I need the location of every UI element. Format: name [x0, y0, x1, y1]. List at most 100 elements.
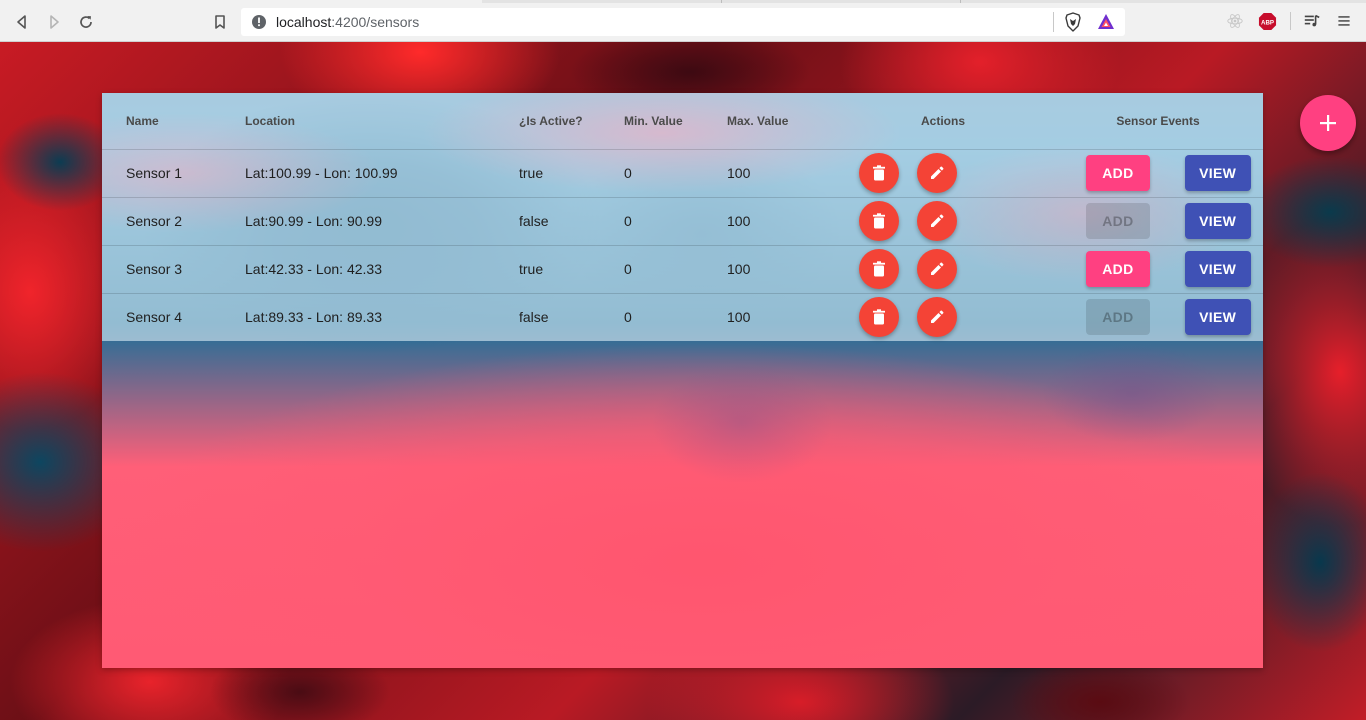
- sensors-card: Name Location ¿Is Active? Min. Value Max…: [102, 93, 1263, 668]
- forward-button[interactable]: [41, 9, 67, 35]
- plus-icon: [1320, 115, 1336, 131]
- view-events-button[interactable]: VIEW: [1184, 155, 1251, 191]
- sensor-active-cell: false: [519, 196, 624, 245]
- delete-sensor-button[interactable]: [858, 201, 899, 241]
- active-tab-indicator: [0, 0, 482, 3]
- edit-sensor-button[interactable]: [916, 249, 957, 289]
- sensor-min-value: 0: [624, 309, 632, 326]
- sensor-max-cell: 100: [727, 244, 833, 293]
- sensor-location: Lat:100.99 - Lon: 100.99: [245, 165, 398, 181]
- actions-cell: [833, 244, 1053, 293]
- url-path: :4200/sensors: [331, 14, 420, 30]
- trash-icon: [872, 309, 885, 325]
- actions-cell: [833, 148, 1053, 197]
- menu-icon[interactable]: [1334, 11, 1354, 31]
- site-info-icon[interactable]: [251, 14, 267, 30]
- browser-toolbar: localhost:4200/sensors ABP: [0, 0, 1366, 42]
- column-header-min-value[interactable]: Min. Value: [624, 93, 727, 149]
- column-header-sensor-events: Sensor Events: [1116, 113, 1200, 128]
- sensor-max-value: 100: [727, 261, 751, 277]
- table-header-row: Name Location ¿Is Active? Min. Value Max…: [102, 93, 1263, 149]
- abp-label: ABP: [1261, 19, 1274, 26]
- tab-strip: [0, 0, 1366, 3]
- sensor-active-cell: true: [519, 148, 624, 197]
- sensor-location-cell: Lat:100.99 - Lon: 100.99: [245, 148, 519, 197]
- edit-sensor-button[interactable]: [916, 201, 957, 241]
- sensor-min-value: 0: [624, 261, 632, 277]
- pencil-icon: [930, 166, 944, 179]
- url-text[interactable]: localhost:4200/sensors: [276, 14, 419, 30]
- trash-icon: [872, 213, 885, 229]
- sensor-min-cell: 0: [624, 292, 727, 341]
- pencil-icon: [930, 310, 944, 324]
- pencil-icon: [930, 214, 944, 227]
- sensor-name-cell: Sensor 4: [102, 292, 245, 341]
- sensor-max-value: 100: [727, 309, 751, 326]
- view-events-button[interactable]: VIEW: [1184, 299, 1251, 336]
- column-header-actions: Actions: [920, 113, 965, 128]
- sensor-max-cell: 100: [727, 148, 833, 197]
- reload-icon: [80, 16, 92, 28]
- sensor-location-cell: Lat:90.99 - Lon: 90.99: [245, 196, 519, 245]
- toolbar-divider: [1290, 12, 1291, 30]
- view-events-button[interactable]: VIEW: [1184, 203, 1251, 239]
- table-row: Sensor 1 Lat:100.99 - Lon: 100.99 true 0…: [102, 148, 1263, 197]
- edit-sensor-button[interactable]: [916, 153, 957, 193]
- sensor-events-cell: ADD VIEW: [1053, 148, 1263, 197]
- back-button[interactable]: [9, 9, 35, 35]
- sensors-table: Name Location ¿Is Active? Min. Value Max…: [102, 93, 1263, 341]
- add-event-button[interactable]: ADD: [1085, 299, 1150, 336]
- react-devtools-icon[interactable]: [1225, 11, 1245, 31]
- bookmark-button[interactable]: [207, 9, 233, 35]
- address-bar[interactable]: localhost:4200/sensors: [241, 8, 1125, 36]
- tab-separator: [960, 0, 961, 3]
- sensor-is-active: true: [519, 261, 544, 277]
- column-header-max-value[interactable]: Max. Value: [727, 93, 833, 149]
- trash-icon: [872, 261, 885, 277]
- sensor-name: Sensor 2: [126, 213, 183, 229]
- column-header-name[interactable]: Name: [102, 93, 245, 149]
- add-event-button[interactable]: ADD: [1085, 251, 1150, 287]
- actions-cell: [833, 292, 1053, 341]
- playlist-icon[interactable]: [1302, 11, 1322, 31]
- sensor-name: Sensor 3: [126, 261, 183, 277]
- brave-rewards-icon[interactable]: [1096, 12, 1116, 32]
- pencil-icon: [930, 262, 944, 275]
- table-row: Sensor 2 Lat:90.99 - Lon: 90.99 false 0 …: [102, 196, 1263, 245]
- sensor-name-cell: Sensor 3: [102, 244, 245, 293]
- sensor-events-cell: ADD VIEW: [1053, 196, 1263, 245]
- actions-cell: [833, 196, 1053, 245]
- sensor-min-cell: 0: [624, 196, 727, 245]
- sensor-min-value: 0: [624, 213, 632, 229]
- delete-sensor-button[interactable]: [858, 249, 899, 289]
- sensor-is-active: true: [519, 165, 544, 181]
- view-events-button[interactable]: VIEW: [1184, 251, 1251, 287]
- page-background: Name Location ¿Is Active? Min. Value Max…: [0, 42, 1366, 720]
- delete-sensor-button[interactable]: [858, 153, 899, 193]
- add-event-button[interactable]: ADD: [1085, 155, 1150, 191]
- sensor-location-cell: Lat:89.33 - Lon: 89.33: [245, 292, 519, 341]
- brave-shields-icon[interactable]: [1063, 12, 1083, 32]
- add-event-button[interactable]: ADD: [1085, 203, 1150, 239]
- sensor-name-cell: Sensor 1: [102, 148, 245, 197]
- table-row: Sensor 4 Lat:89.33 - Lon: 89.33 false 0 …: [102, 292, 1263, 341]
- sensor-events-cell: ADD VIEW: [1053, 244, 1263, 293]
- sensor-max-value: 100: [727, 165, 751, 181]
- reload-button[interactable]: [73, 9, 99, 35]
- bookmark-icon: [215, 15, 225, 29]
- sensor-name: Sensor 1: [126, 165, 183, 181]
- delete-sensor-button[interactable]: [858, 297, 899, 338]
- omnibox-divider: [1053, 12, 1054, 32]
- sensor-active-cell: false: [519, 292, 624, 341]
- sensor-location: Lat:89.33 - Lon: 89.33: [245, 309, 382, 326]
- sensor-max-cell: 100: [727, 292, 833, 341]
- sensor-active-cell: true: [519, 244, 624, 293]
- add-sensor-button[interactable]: [1300, 95, 1356, 151]
- sensor-is-active: false: [519, 213, 549, 229]
- column-header-location[interactable]: Location: [245, 93, 519, 149]
- column-header-is-active[interactable]: ¿Is Active?: [519, 93, 624, 149]
- adblock-plus-icon[interactable]: ABP: [1257, 11, 1277, 31]
- edit-sensor-button[interactable]: [916, 297, 957, 338]
- sensor-max-cell: 100: [727, 196, 833, 245]
- sensor-name: Sensor 4: [126, 309, 183, 326]
